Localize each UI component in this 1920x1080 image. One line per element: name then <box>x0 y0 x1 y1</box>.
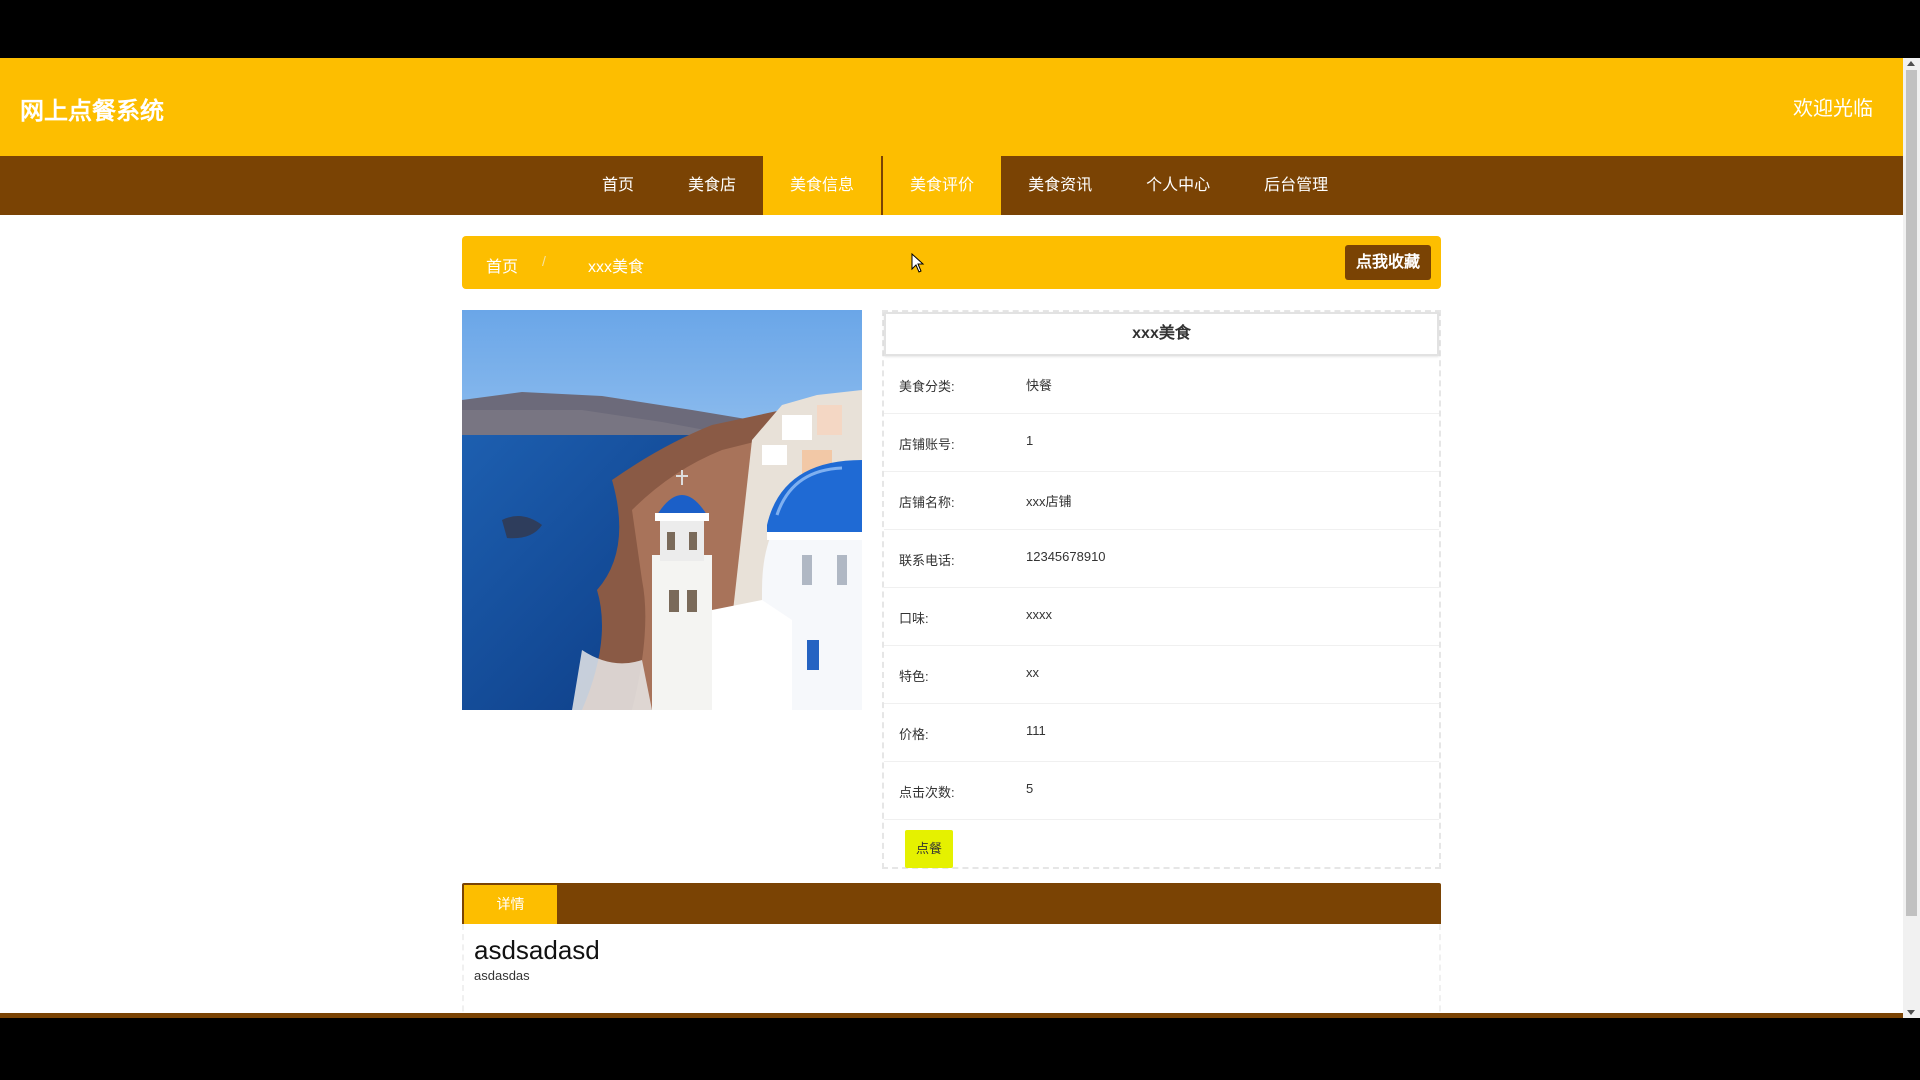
site-title: 网上点餐系统 <box>20 98 164 125</box>
detail-value: 快餐 <box>1026 378 1053 393</box>
detail-row-phone: 联系电话: 12345678910 <box>884 530 1439 588</box>
breadcrumb-separator: / <box>542 253 546 269</box>
detail-label: 特色: <box>899 669 929 684</box>
letterbox-top <box>0 0 1920 58</box>
detail-row-category: 美食分类: 快餐 <box>884 356 1439 414</box>
favorite-button[interactable]: 点我收藏 <box>1344 245 1431 280</box>
tab-detail[interactable]: 详情 <box>464 885 557 924</box>
order-button[interactable]: 点餐 <box>905 830 953 868</box>
food-title: xxx美食 <box>884 312 1439 356</box>
detail-label: 联系电话: <box>899 553 955 568</box>
food-photo <box>462 310 862 710</box>
detail-label: 点击次数: <box>899 785 955 800</box>
food-detail-card: xxx美食 美食分类: 快餐 店铺账号: 1 店铺名称: xxx店铺 联系电话:… <box>882 310 1441 869</box>
content-body: asdasdas <box>474 968 530 983</box>
nav-item-food-info[interactable]: 美食信息 <box>763 156 882 215</box>
scroll-down-icon[interactable] <box>1907 1010 1915 1015</box>
detail-label: 店铺账号: <box>899 437 955 452</box>
nav-item-food-reviews[interactable]: 美食评价 <box>881 156 1002 215</box>
detail-content: asdsadasd asdasdas <box>462 924 1441 1018</box>
detail-label: 价格: <box>899 727 929 742</box>
detail-label: 口味: <box>899 611 929 626</box>
detail-value: 111 <box>1026 723 1046 738</box>
content-title: asdsadasd <box>474 935 600 965</box>
detail-row-clicks: 点击次数: 5 <box>884 762 1439 820</box>
detail-label: 店铺名称: <box>899 495 955 510</box>
main-nav: 首页 美食店 美食信息 美食评价 美食资讯 个人中心 后台管理 <box>0 156 1903 215</box>
scrollbar-thumb[interactable] <box>1906 70 1917 916</box>
detail-tabs: 详情 <box>462 883 1441 924</box>
detail-row-feature: 特色: xx <box>884 646 1439 704</box>
detail-label: 美食分类: <box>899 379 955 394</box>
santorini-photo-icon <box>462 310 862 710</box>
detail-value: xxxx <box>1026 607 1052 622</box>
page-viewport: 网上点餐系统 欢迎光临 首页 美食店 美食信息 美食评价 美食资讯 个人中心 后… <box>0 58 1903 1018</box>
detail-value: xxx店铺 <box>1026 494 1072 509</box>
nav-item-admin[interactable]: 后台管理 <box>1237 156 1355 215</box>
nav-item-restaurants[interactable]: 美食店 <box>661 156 763 215</box>
site-header: 网上点餐系统 欢迎光临 <box>0 58 1903 156</box>
detail-value: 5 <box>1026 781 1034 796</box>
detail-row-price: 价格: 111 <box>884 704 1439 762</box>
breadcrumb-current: xxx美食 <box>588 259 645 276</box>
detail-value: 12345678910 <box>1026 549 1106 564</box>
breadcrumb-home-link[interactable]: 首页 <box>486 253 518 277</box>
detail-value: xx <box>1026 665 1039 680</box>
nav-item-personal-center[interactable]: 个人中心 <box>1119 156 1237 215</box>
nav-item-food-news[interactable]: 美食资讯 <box>1001 156 1119 215</box>
detail-value: 1 <box>1026 433 1034 448</box>
detail-row-shop-account: 店铺账号: 1 <box>884 414 1439 472</box>
welcome-text: 欢迎光临 <box>1793 98 1873 120</box>
detail-row-shop-name: 店铺名称: xxx店铺 <box>884 472 1439 530</box>
scroll-up-icon[interactable] <box>1907 61 1915 66</box>
nav-items: 首页 美食店 美食信息 美食评价 美食资讯 个人中心 后台管理 <box>575 156 1355 215</box>
vertical-scrollbar[interactable] <box>1903 58 1920 1018</box>
detail-row-taste: 口味: xxxx <box>884 588 1439 646</box>
nav-item-home[interactable]: 首页 <box>575 156 661 215</box>
breadcrumb: 首页 / xxx美食 点我收藏 <box>462 236 1441 289</box>
letterbox-bottom <box>0 1018 1920 1080</box>
